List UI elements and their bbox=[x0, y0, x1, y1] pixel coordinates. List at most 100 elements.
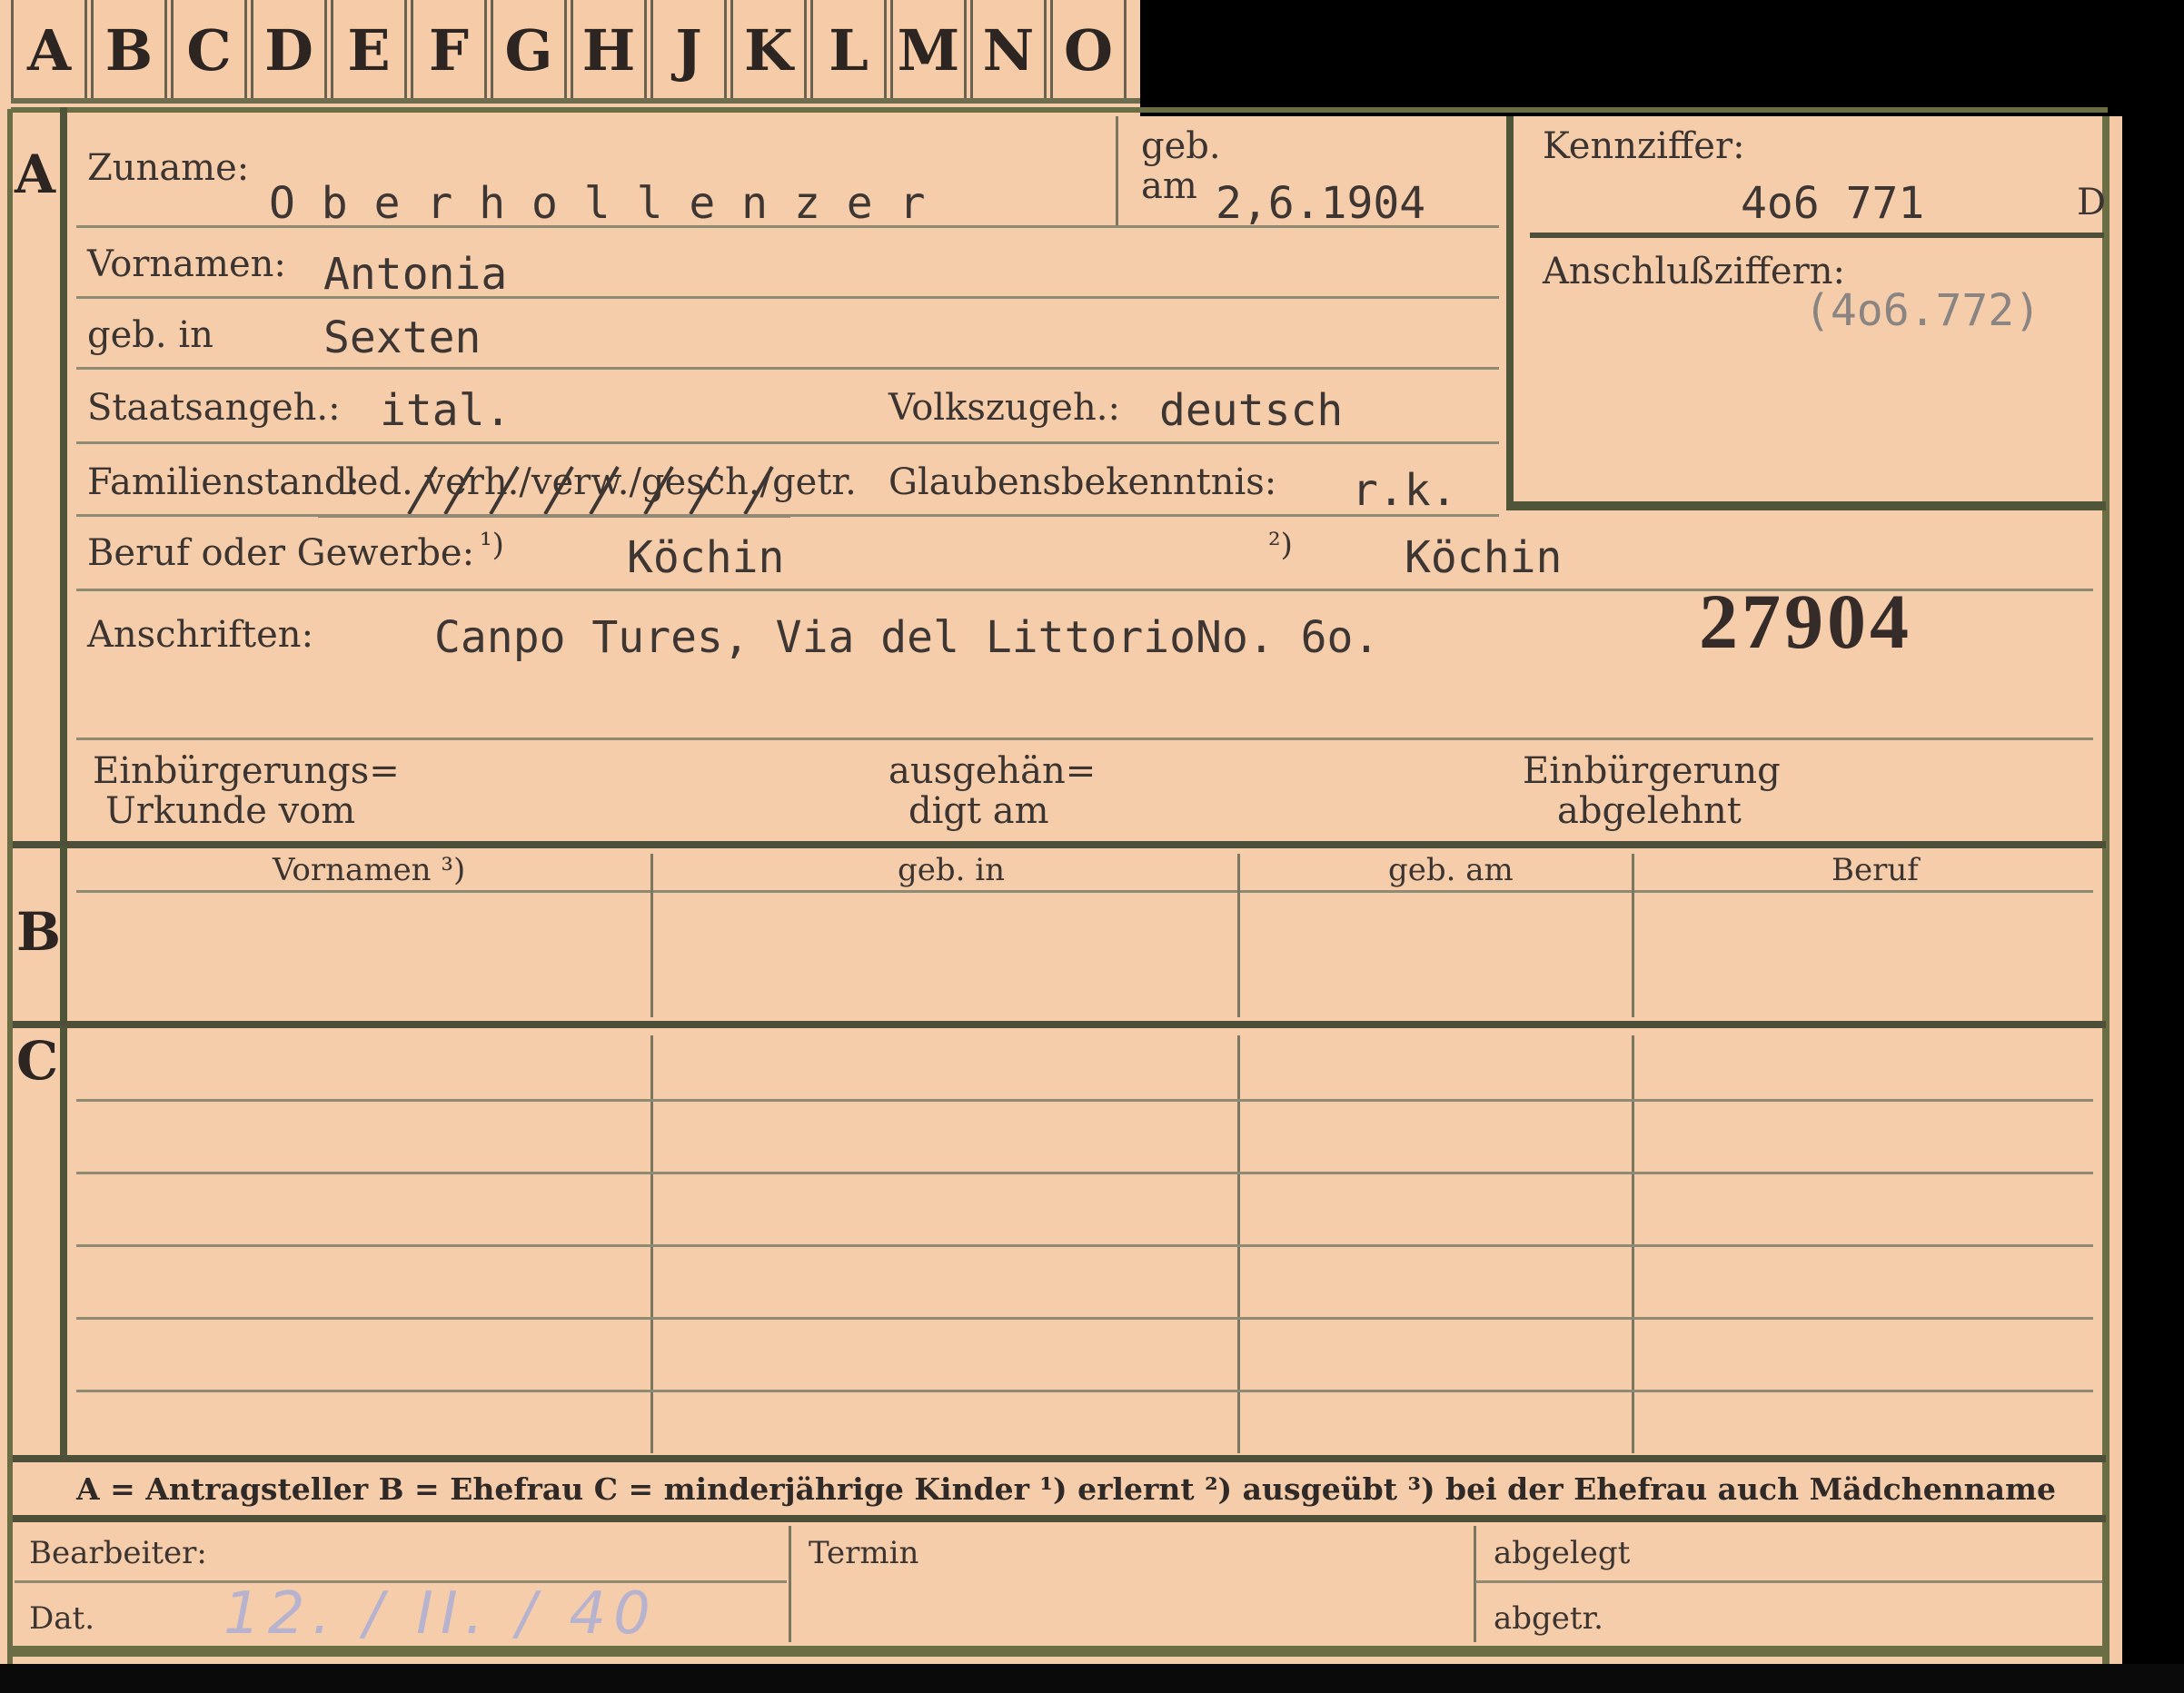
row-rule-7 bbox=[76, 738, 2093, 740]
footer-col-2 bbox=[1474, 1526, 1476, 1642]
row-rule-1 bbox=[76, 225, 1499, 228]
zuname-label: Zuname: bbox=[87, 147, 250, 189]
table-c-row-rule-5 bbox=[76, 1390, 2093, 1392]
table-b-header-beruf: Beruf bbox=[1832, 852, 1919, 888]
beruf-erlernt-value: Köchin bbox=[627, 532, 785, 583]
kennziffer-suffix: D bbox=[2077, 182, 2107, 223]
staatsangeh-label: Staatsangeh.: bbox=[87, 387, 341, 429]
volkszugeh-label: Volkszugeh.: bbox=[888, 387, 1120, 429]
footer-col-1 bbox=[789, 1526, 791, 1642]
anschriften-label: Anschriften: bbox=[87, 614, 314, 656]
tab-m[interactable]: M bbox=[890, 0, 967, 102]
zuname-value: O b e r h o l l e n z e r bbox=[269, 178, 926, 229]
tab-g[interactable]: G bbox=[491, 0, 567, 102]
dat-label: Dat. bbox=[29, 1600, 95, 1637]
row-rule-5 bbox=[76, 514, 1499, 517]
background-top-right bbox=[1140, 0, 2184, 116]
section-c-left-rule bbox=[60, 1026, 67, 1457]
tab-e[interactable]: E bbox=[331, 0, 407, 102]
table-b-header-geb-am: geb. am bbox=[1388, 852, 1514, 888]
tab-h[interactable]: H bbox=[571, 0, 647, 102]
beruf-label: Beruf oder Gewerbe: bbox=[87, 532, 475, 574]
strike-2 bbox=[443, 466, 474, 515]
table-c-row-rule-1 bbox=[76, 1099, 2093, 1102]
vornamen-label: Vornamen: bbox=[87, 243, 286, 285]
table-b-header-geb-in: geb. in bbox=[898, 852, 1006, 888]
beruf-ausgeuebt-value: Köchin bbox=[1405, 532, 1563, 583]
strike-7 bbox=[689, 466, 720, 515]
section-c-letter: C bbox=[16, 1030, 59, 1092]
geb-am-value: 2,6.1904 bbox=[1216, 178, 1426, 229]
table-c-row-rule-4 bbox=[76, 1317, 2093, 1320]
vornamen-value: Antonia bbox=[323, 249, 508, 300]
strike-6 bbox=[643, 466, 674, 515]
legend-bottom-rule bbox=[13, 1515, 2106, 1522]
tab-o[interactable]: O bbox=[1050, 0, 1127, 102]
section-b-letter: B bbox=[16, 901, 62, 963]
geb-divider bbox=[1116, 116, 1118, 225]
termin-label: Termin bbox=[809, 1535, 919, 1571]
table-b-col-2 bbox=[1237, 854, 1240, 1017]
ausgehaendigt-label-1: ausgehän= bbox=[888, 750, 1097, 792]
volkszugeh-value: deutsch bbox=[1159, 385, 1344, 436]
geb-in-value: Sexten bbox=[323, 312, 481, 363]
geb-in-label: geb. in bbox=[87, 314, 213, 356]
tab-c[interactable]: C bbox=[171, 0, 247, 102]
geb-label-line2: am bbox=[1141, 165, 1197, 207]
stamp-number: 27904 bbox=[1699, 578, 1912, 665]
tab-f[interactable]: F bbox=[411, 0, 487, 102]
ausgehaendigt-label-2: digt am bbox=[908, 790, 1049, 832]
strike-3 bbox=[489, 466, 520, 515]
row-rule-4 bbox=[76, 441, 1499, 444]
section-b-top-rule bbox=[13, 841, 2106, 848]
top-rule bbox=[11, 107, 2108, 113]
strike-1 bbox=[407, 466, 438, 515]
kennziffer-rule bbox=[1530, 233, 2104, 238]
beruf-note-1: ¹) bbox=[480, 527, 504, 563]
table-b-header-rule bbox=[76, 890, 2093, 893]
bearbeiter-label: Bearbeiter: bbox=[29, 1535, 207, 1571]
glaubensbekenntnis-value: r.k. bbox=[1352, 465, 1457, 516]
tab-k[interactable]: K bbox=[730, 0, 807, 102]
tab-d[interactable]: D bbox=[251, 0, 327, 102]
row-rule-2 bbox=[76, 296, 1499, 299]
footer-bottom-rule bbox=[9, 1646, 2108, 1657]
background-right bbox=[2122, 116, 2184, 1693]
strike-4 bbox=[543, 466, 574, 515]
einbuergerung-abgelehnt-label-1: Einbürgerung bbox=[1523, 750, 1781, 792]
beruf-note-2: ²) bbox=[1268, 527, 1293, 563]
row-rule-3 bbox=[76, 367, 1499, 370]
geb-label-line1: geb. bbox=[1141, 125, 1221, 167]
glaubensbekenntnis-label: Glaubensbekenntnis: bbox=[888, 461, 1277, 503]
abgelegt-rule bbox=[1475, 1580, 2102, 1583]
tab-n[interactable]: N bbox=[970, 0, 1047, 102]
tab-bar-rule bbox=[11, 98, 1140, 104]
background-bottom bbox=[0, 1664, 2184, 1693]
staatsangeh-value: ital. bbox=[380, 385, 511, 436]
table-c-row-rule-3 bbox=[76, 1244, 2093, 1247]
abgelegt-label: abgelegt bbox=[1494, 1535, 1631, 1571]
card-right-edge bbox=[2108, 116, 2122, 1664]
einbuergerung-abgelehnt-label-2: abgelehnt bbox=[1557, 790, 1742, 832]
abgetr-label: abgetr. bbox=[1494, 1600, 1603, 1637]
einbuergerungsurkunde-label-1: Einbürgerungs= bbox=[93, 750, 400, 792]
table-b-col-3 bbox=[1632, 854, 1634, 1017]
table-b-col-1 bbox=[650, 854, 653, 1017]
tab-b[interactable]: B bbox=[91, 0, 167, 102]
tab-j[interactable]: J bbox=[650, 0, 727, 102]
strike-8 bbox=[743, 466, 774, 515]
section-c-top-rule bbox=[13, 1021, 2106, 1028]
kennziffer-value: 4o6 771 bbox=[1741, 178, 1925, 229]
strike-5 bbox=[589, 466, 620, 515]
anschlussziffern-value: (4o6.772) bbox=[1804, 285, 2041, 336]
anschrift-value: Canpo Tures, Via del LittorioNo. 6o. bbox=[434, 612, 1380, 663]
tab-a[interactable]: A bbox=[11, 0, 87, 102]
table-c-row-rule-2 bbox=[76, 1172, 2093, 1174]
legend-top-rule bbox=[13, 1455, 2106, 1462]
section-a-letter: A bbox=[15, 144, 56, 205]
section-b-left-rule bbox=[60, 846, 67, 1019]
tab-l[interactable]: L bbox=[810, 0, 887, 102]
einbuergerungsurkunde-label-2: Urkunde vom bbox=[105, 790, 356, 832]
legend-text: A = Antragsteller B = Ehefrau C = minder… bbox=[76, 1471, 2056, 1507]
dat-value: 12. / II. / 40 bbox=[223, 1580, 658, 1648]
